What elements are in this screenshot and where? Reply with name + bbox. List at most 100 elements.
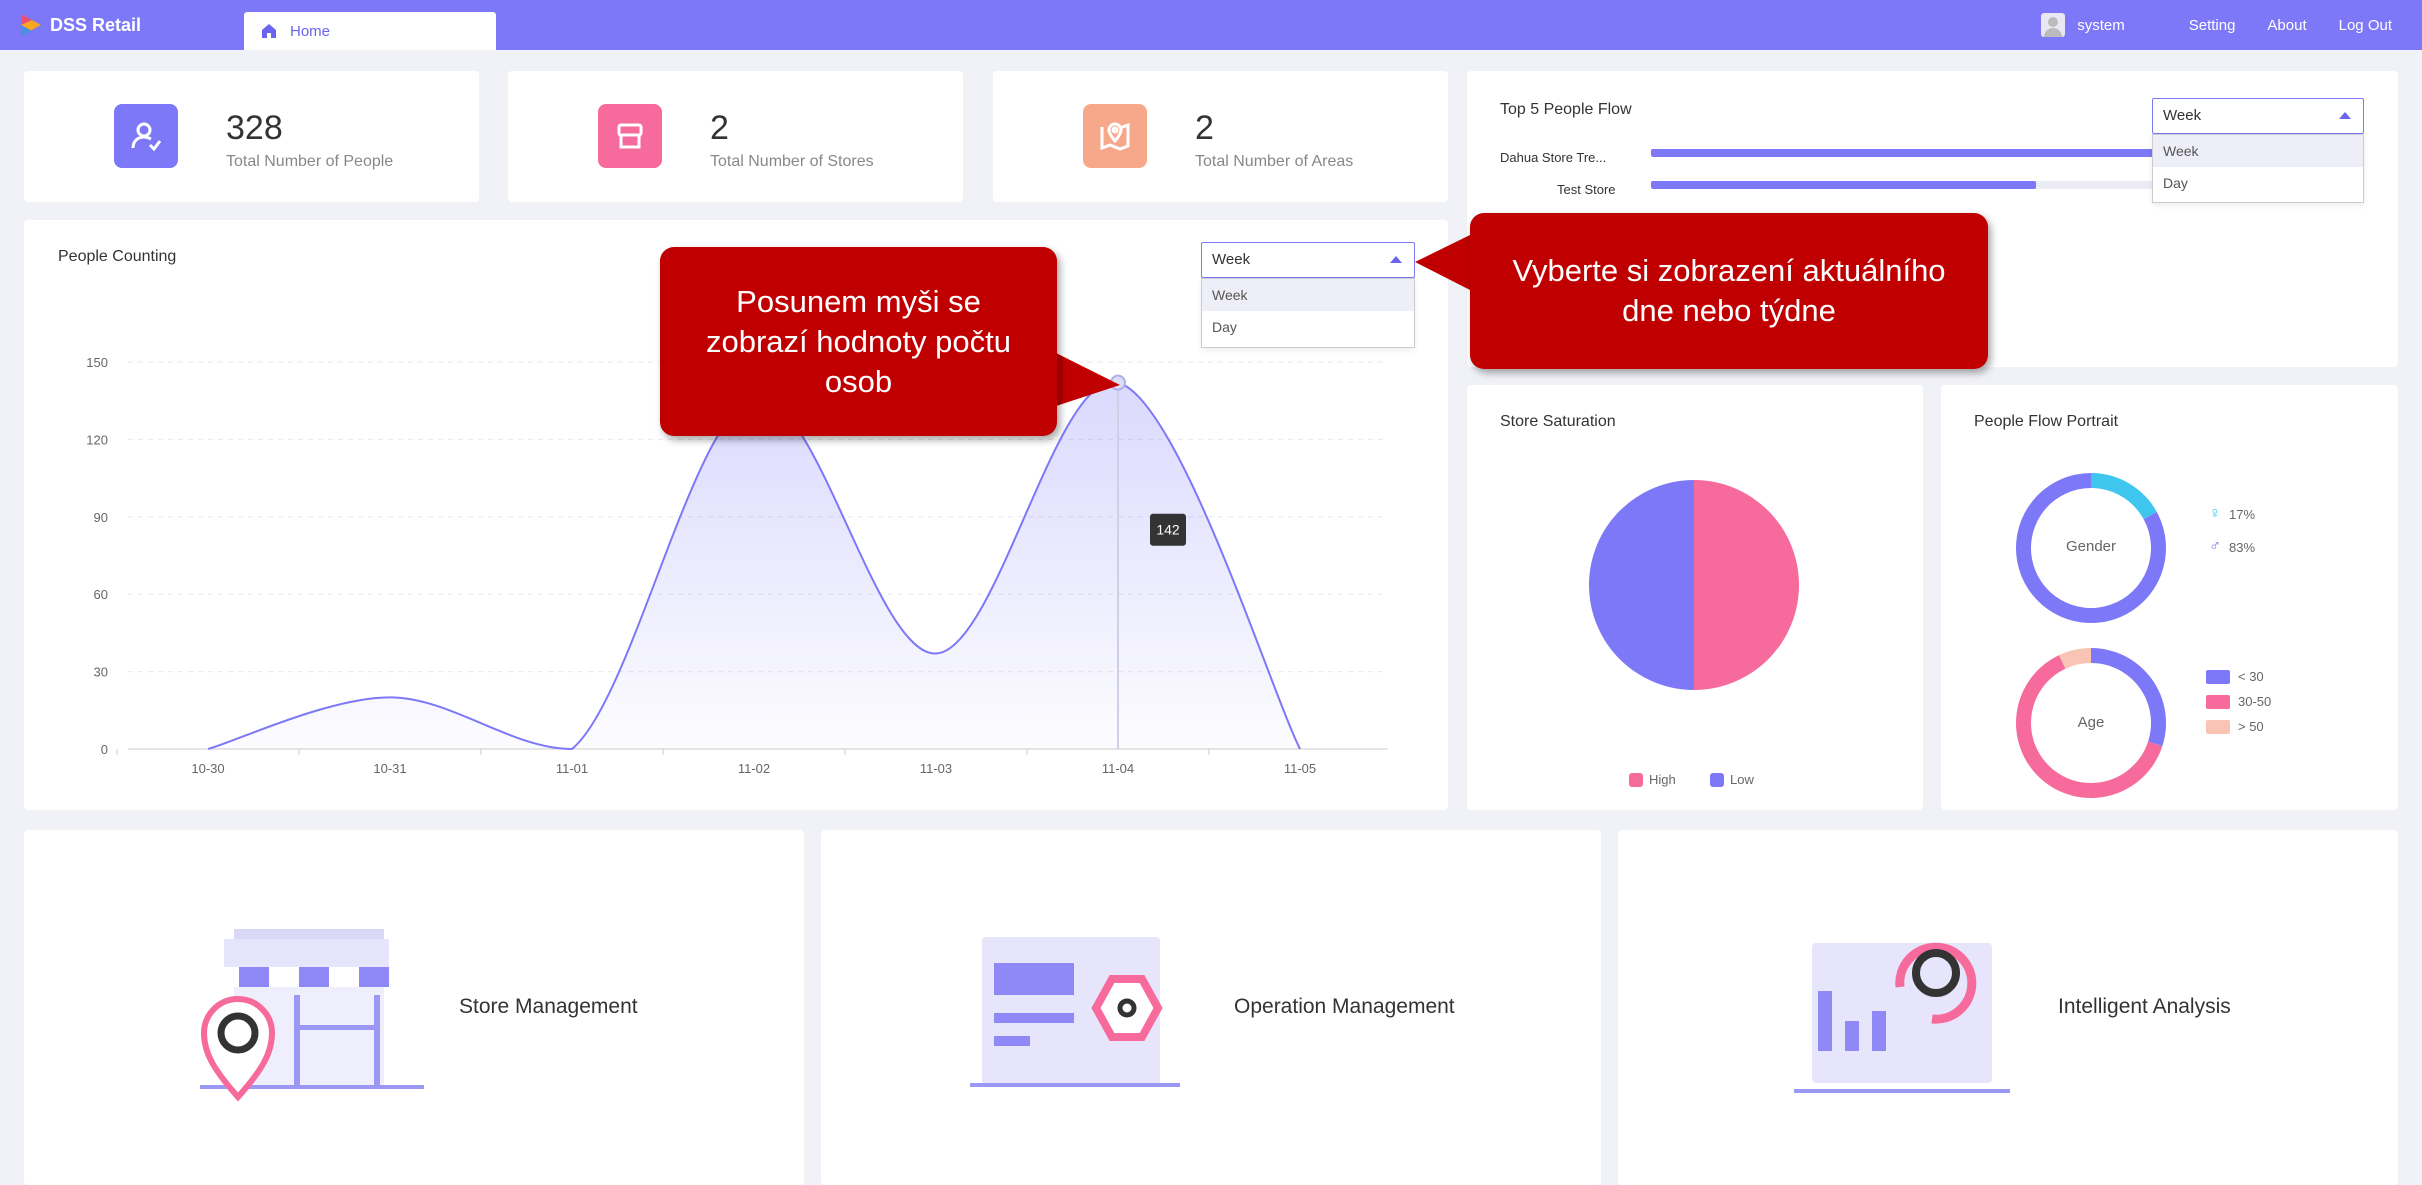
age-donut-label: Age <box>2077 714 2105 731</box>
legend-low: Low <box>1710 772 1754 787</box>
y-tick-label: 30 <box>94 665 108 680</box>
option-day[interactable]: Day <box>1202 311 1414 343</box>
y-tick-label: 120 <box>86 432 108 447</box>
app-name: DSS Retail <box>50 14 142 35</box>
age-slice--30[interactable] <box>2091 648 2166 747</box>
portrait-donuts[interactable] <box>1941 385 2398 810</box>
hover-point[interactable] <box>1110 374 1126 391</box>
legend-label: 83% <box>2229 539 2256 555</box>
top-bar: DSS Retail Home system Setting About Log… <box>0 0 2422 50</box>
legend-label: > 50 <box>2238 719 2264 734</box>
user-menu[interactable]: system <box>2041 13 2125 37</box>
legend-label: 17% <box>2229 506 2256 522</box>
people-counting-range-select[interactable]: Week <box>1201 242 1415 278</box>
callout-hover-hint: Posunem myši se zobrazí hodnoty počtu os… <box>660 247 1057 436</box>
dss-logo-icon <box>21 14 41 36</box>
intelligent-analysis-card[interactable]: Intelligent Analysis <box>1618 830 2398 1185</box>
caret-up-icon <box>2339 112 2351 119</box>
top5-range-select[interactable]: Week <box>2152 98 2364 134</box>
y-tick-label: 60 <box>94 587 108 602</box>
legend-swatch <box>1629 772 1643 787</box>
y-tick-label: 90 <box>94 510 108 525</box>
store-management-icon <box>200 929 424 1102</box>
operation-management-icon <box>970 937 1180 1087</box>
legend-label: Low <box>1730 772 1754 787</box>
male-icon: ♂ <box>2209 538 2221 555</box>
stat-label: Total Number of Stores <box>710 153 874 170</box>
store-saturation-pie[interactable] <box>1467 385 1923 810</box>
flow-row-label: Test Store <box>1557 182 1616 197</box>
legend-male: ♂ 83% <box>2209 538 2255 556</box>
caret-up-icon <box>1390 256 1402 263</box>
stat-label: Total Number of People <box>226 153 394 170</box>
store-management-label: Store Management <box>459 995 638 1018</box>
legend-swatch <box>2206 694 2230 709</box>
avatar <box>2041 13 2066 37</box>
flow-bar-fill <box>1651 181 2036 189</box>
top5-title: Top 5 People Flow <box>1500 101 1632 118</box>
female-icon: ♀ <box>2209 505 2221 522</box>
x-tick-label: 11-02 <box>738 761 770 776</box>
stat-card-stores: 2 Total Number of Stores <box>508 71 963 202</box>
x-tick-label: 11-05 <box>1284 761 1316 776</box>
legend-age-over-50: > 50 <box>2206 719 2264 734</box>
stat-value: 2 <box>1195 109 1214 147</box>
legend-label: 30-50 <box>2238 694 2272 709</box>
legend-label: High <box>1649 772 1676 787</box>
intelligent-analysis-label: Intelligent Analysis <box>2058 995 2231 1018</box>
legend-age-under-30: < 30 <box>2206 669 2264 684</box>
x-tick-label: 11-04 <box>1102 761 1134 776</box>
stat-label: Total Number of Areas <box>1195 153 1354 170</box>
legend-swatch <box>2206 669 2230 684</box>
legend-high: High <box>1629 772 1676 787</box>
intelligent-analysis-icon <box>1794 942 2010 1093</box>
store-icon <box>598 104 662 168</box>
map-pin-icon <box>1083 104 1147 168</box>
people-counting-range-menu: Week Day <box>1201 278 1415 348</box>
select-value: Week <box>2163 107 2202 124</box>
stat-value: 328 <box>226 109 283 147</box>
person-check-icon <box>114 104 178 168</box>
legend-swatch <box>1710 772 1724 787</box>
top-nav: system Setting About Log Out <box>2041 0 2392 50</box>
saturation-slice-low[interactable] <box>1588 480 1694 690</box>
x-tick-label: 11-03 <box>920 761 952 776</box>
select-value: Week <box>1212 251 1251 268</box>
stat-value: 2 <box>710 109 729 147</box>
logout-link[interactable]: Log Out <box>2339 17 2392 34</box>
legend-age-30-50: 30-50 <box>2206 694 2271 709</box>
gender-donut-label: Gender <box>2065 538 2117 555</box>
operation-management-card[interactable]: Operation Management <box>821 830 1601 1185</box>
username: system <box>2077 16 2125 34</box>
y-tick-label: 0 <box>101 742 108 757</box>
legend-female: ♀ 17% <box>2209 505 2255 523</box>
gender-slice-female[interactable] <box>2091 473 2157 520</box>
about-link[interactable]: About <box>2267 17 2306 34</box>
option-week[interactable]: Week <box>1202 279 1414 311</box>
stat-card-people: 328 Total Number of People <box>24 71 479 202</box>
app-logo[interactable]: DSS Retail <box>18 10 141 40</box>
operation-management-label: Operation Management <box>1234 995 1455 1018</box>
flow-row-label: Dahua Store Tre... <box>1500 150 1607 165</box>
option-week[interactable]: Week <box>2153 135 2363 167</box>
callout-range-hint: Vyberte si zobrazení aktuálního dne nebo… <box>1470 213 1988 369</box>
x-tick-label: 11-01 <box>556 761 588 776</box>
stat-card-areas: 2 Total Number of Areas <box>993 71 1448 202</box>
saturation-slice-high[interactable] <box>1694 480 1800 690</box>
legend-swatch <box>2206 719 2230 734</box>
x-tick-label: 10-31 <box>373 761 406 776</box>
x-tick-label: 10-30 <box>191 761 224 776</box>
store-management-card[interactable]: Store Management <box>24 830 804 1185</box>
area-fill <box>208 381 1300 749</box>
tab-home-label: Home <box>290 22 331 40</box>
store-saturation-card: Store Saturation High Low <box>1467 385 1923 810</box>
people-flow-portrait-card: People Flow Portrait Gender Age ♀ 17% ♂ … <box>1941 385 2398 810</box>
top5-range-menu: Week Day <box>2152 134 2364 203</box>
option-day[interactable]: Day <box>2153 167 2363 199</box>
y-tick-label: 150 <box>86 355 108 370</box>
setting-link[interactable]: Setting <box>2189 17 2236 34</box>
tab-home[interactable]: Home <box>244 12 496 50</box>
home-icon <box>262 24 276 38</box>
tooltip-value: 142 <box>1156 522 1180 538</box>
legend-label: < 30 <box>2238 669 2264 684</box>
